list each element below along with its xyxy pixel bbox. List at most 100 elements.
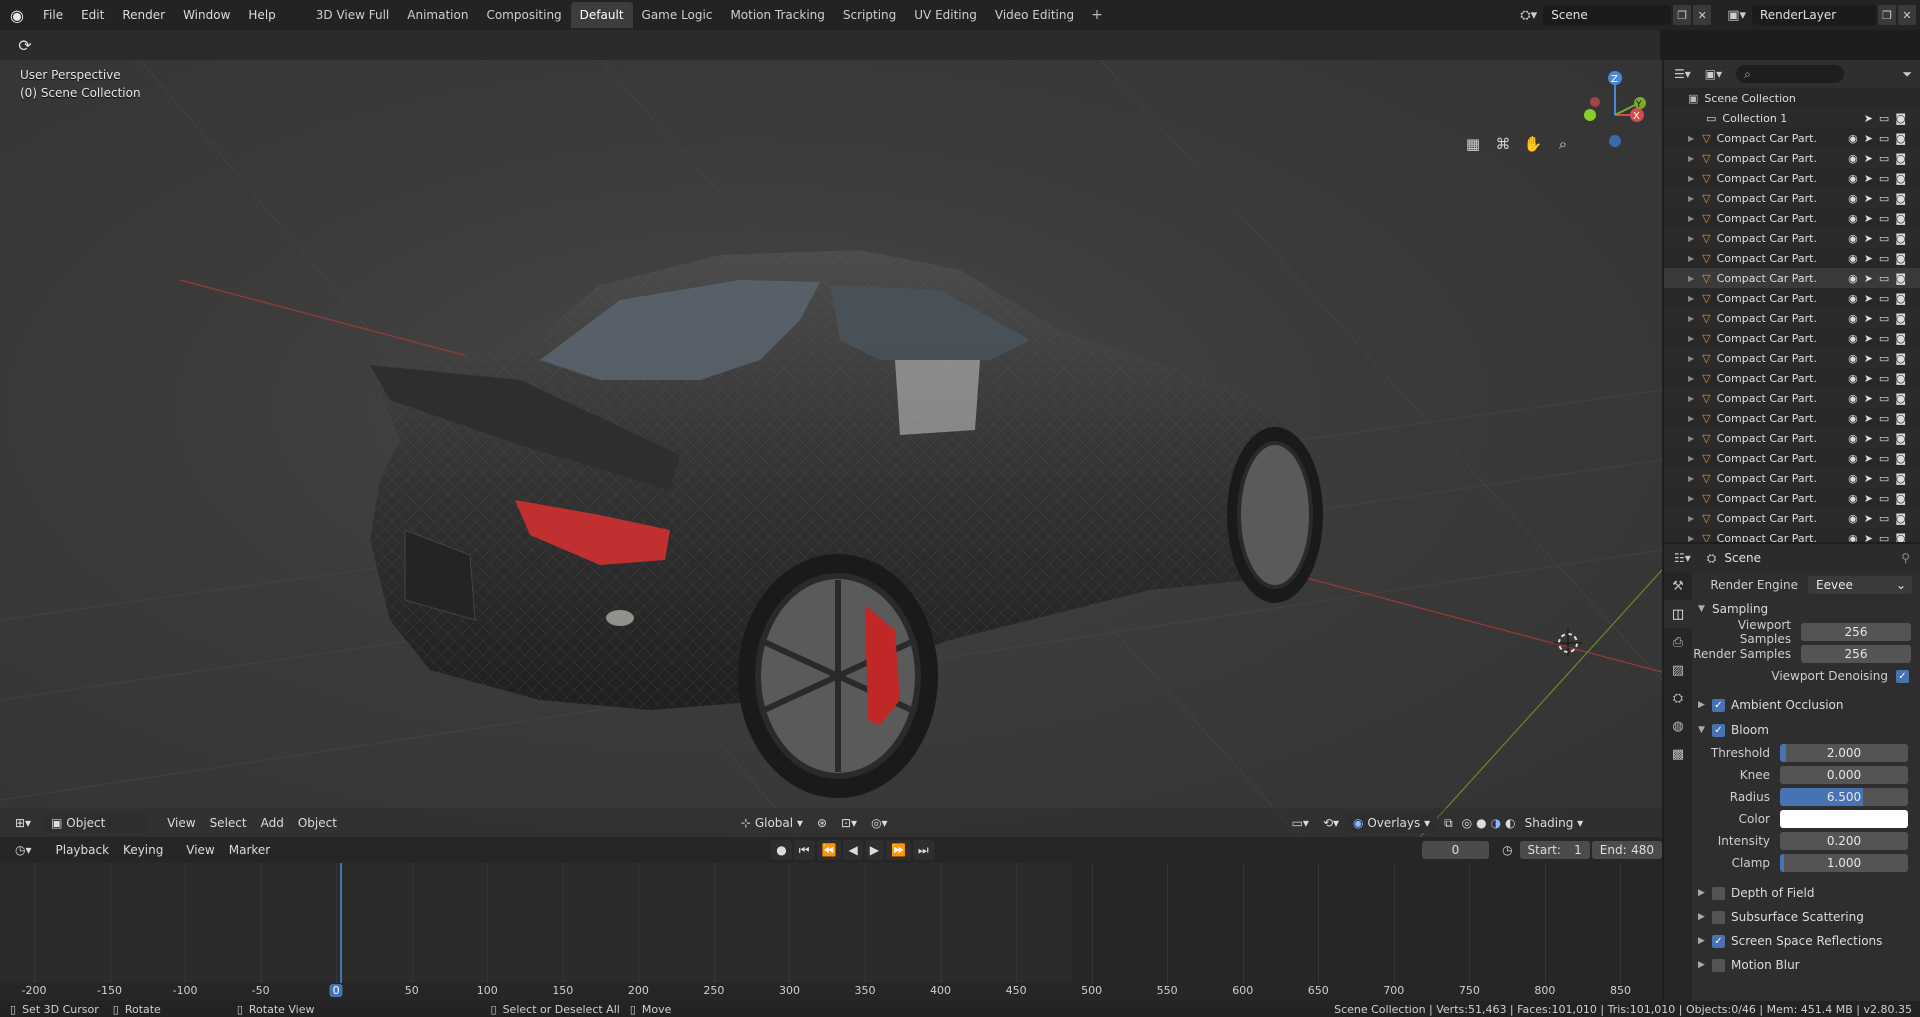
start-frame-field[interactable]: Start: 1 (1519, 841, 1590, 859)
menu-timeline-view[interactable]: View (179, 840, 221, 860)
expand-arrow-icon[interactable]: ▶ (1688, 434, 1694, 443)
preview-range-icon[interactable]: ◷ (1495, 840, 1519, 860)
menu-help[interactable]: Help (239, 0, 284, 30)
restrict-toggle-icons[interactable]: ◉➤▭◙ (1848, 292, 1912, 305)
editor-type-icon[interactable]: ⊞▾ (8, 813, 38, 833)
menu-view[interactable]: View (160, 813, 202, 833)
menu-playback[interactable]: Playback ▾ (49, 840, 117, 877)
camera-view-icon[interactable]: ⌘ (1491, 132, 1515, 156)
expand-arrow-icon[interactable]: ▶ (1688, 334, 1694, 343)
menu-keying[interactable]: Keying ▾ (116, 840, 171, 877)
expand-arrow-icon[interactable]: ▶ (1688, 514, 1694, 523)
sampling-panel-header[interactable]: ▼ Sampling (1692, 598, 1920, 620)
outliner-object-row[interactable]: ▶ ▽ Compact Car Part.0 ◉➤▭◙ (1664, 128, 1920, 148)
ambient-occlusion-checkbox[interactable]: ✓ (1712, 698, 1725, 712)
outliner-object-row[interactable]: ▶ ▽ Compact Car Part.0 ◉➤▭◙ (1664, 528, 1920, 543)
3d-cursor-icon[interactable] (1554, 629, 1582, 657)
play-icon[interactable]: ▶ (864, 840, 884, 860)
depth-of-field-panel-header[interactable]: ▶ Depth of Field (1692, 882, 1920, 904)
menu-select[interactable]: Select (203, 813, 254, 833)
view-layer-field[interactable]: RenderLayer (1752, 5, 1876, 25)
scene-icon[interactable]: ⛭▾ (1520, 8, 1537, 23)
radius-field[interactable]: 6.500 (1780, 788, 1908, 806)
render-tab-icon[interactable]: ◫ (1664, 600, 1692, 628)
active-tool-icon[interactable]: ⟳ (12, 34, 38, 56)
expand-arrow-icon[interactable]: ▶ (1688, 294, 1694, 303)
jump-keyframe-back-icon[interactable]: ⏪ (816, 840, 842, 860)
subsurface-panel-header[interactable]: ▶ Subsurface Scattering (1692, 906, 1920, 928)
restrict-toggle-icons[interactable]: ◉➤▭◙ (1848, 332, 1912, 345)
ssr-panel-header[interactable]: ▶ ✓ Screen Space Reflections (1692, 930, 1920, 952)
add-workspace-button[interactable]: + (1083, 7, 1111, 23)
motion-blur-checkbox[interactable] (1712, 958, 1725, 972)
bloom-color-swatch[interactable] (1780, 810, 1908, 828)
play-reverse-icon[interactable]: ◀ (843, 840, 863, 860)
navigation-gizmo[interactable]: Z X Y (1584, 71, 1646, 147)
display-mode-icon[interactable]: ▣▾ (1705, 67, 1722, 81)
pin-icon[interactable]: ⚲ (1901, 551, 1910, 565)
expand-arrow-icon[interactable]: ▶ (1688, 494, 1694, 503)
expand-arrow-icon[interactable]: ▶ (1688, 374, 1694, 383)
expand-arrow-icon[interactable]: ▶ (1688, 534, 1694, 543)
zoom-icon[interactable]: ⌕ (1551, 132, 1575, 156)
menu-file[interactable]: File (34, 0, 72, 30)
restrict-toggle-icons[interactable]: ◉➤▭◙ (1848, 532, 1912, 543)
restrict-toggle-icons[interactable]: ◉➤▭◙ (1848, 172, 1912, 185)
threshold-field[interactable]: 2.000 (1780, 744, 1908, 762)
transform-orientation-select[interactable]: ⊹ Global ▾ (734, 813, 810, 833)
expand-arrow-icon[interactable]: ▶ (1688, 454, 1694, 463)
expand-arrow-icon[interactable]: ▶ (1688, 414, 1694, 423)
menu-window[interactable]: Window (174, 0, 239, 30)
frame-ruler[interactable]: -200 -150 -100 -50 0 50 100 150 200 250 300 350 400 4… (0, 983, 1662, 1001)
texture-tab-icon[interactable]: ▩ (1664, 740, 1692, 768)
outliner-collection-row[interactable]: ▭ Collection 1 ➤▭◙ (1664, 108, 1920, 128)
outliner-object-row[interactable]: ▶ ▽ Compact Car Part.0 ◉➤▭◙ (1664, 248, 1920, 268)
restrict-toggle-icons[interactable]: ◉➤▭◙ (1848, 252, 1912, 265)
outliner-object-row[interactable]: ▶ ▽ Compact Car Part.0 ◉➤▭◙ (1664, 208, 1920, 228)
menu-add[interactable]: Add (254, 813, 291, 833)
restrict-toggle-icons[interactable]: ◉➤▭◙ (1848, 232, 1912, 245)
tab-uv-editing[interactable]: UV Editing (905, 2, 986, 28)
outliner-object-row[interactable]: ▶ ▽ Compact Car Part.0 ◉➤▭◙ (1664, 508, 1920, 528)
blender-logo-icon[interactable]: ◉ (0, 0, 34, 30)
restrict-toggle-icons[interactable]: ◉➤▭◙ (1848, 492, 1912, 505)
restrict-toggle-icons[interactable]: ◉➤▭◙ (1848, 272, 1912, 285)
restrict-toggle-icons[interactable]: ◉➤▭◙ (1848, 472, 1912, 485)
collection-restrict-icons[interactable]: ➤▭◙ (1864, 112, 1912, 125)
restrict-toggle-icons[interactable]: ◉➤▭◙ (1848, 412, 1912, 425)
expand-arrow-icon[interactable]: ▶ (1688, 154, 1694, 163)
restrict-toggle-icons[interactable]: ◉➤▭◙ (1848, 432, 1912, 445)
output-tab-icon[interactable]: ⎙ (1664, 628, 1692, 656)
shading-menu[interactable]: Shading ▾ (1518, 813, 1591, 833)
outliner-object-row[interactable]: ▶ ▽ Compact Car Part.0 ◉➤▭◙ (1664, 148, 1920, 168)
outliner-object-row[interactable]: ▶ ▽ Compact Car Part.0 ◉➤▭◙ (1664, 388, 1920, 408)
tab-3d-view-full[interactable]: 3D View Full (307, 2, 399, 28)
xray-toggle-icon[interactable]: ⧉ (1437, 813, 1460, 833)
viewport-samples-field[interactable]: 256 (1801, 623, 1911, 641)
tool-tab-icon[interactable]: ⚒ (1664, 572, 1692, 600)
tab-animation[interactable]: Animation (398, 2, 477, 28)
expand-arrow-icon[interactable]: ▶ (1688, 234, 1694, 243)
view-layer-tab-icon[interactable]: ▨ (1664, 656, 1692, 684)
current-frame-field[interactable]: 0 (1421, 841, 1490, 859)
tab-video-editing[interactable]: Video Editing (986, 2, 1083, 28)
expand-arrow-icon[interactable]: ▶ (1688, 194, 1694, 203)
expand-arrow-icon[interactable]: ▶ (1688, 254, 1694, 263)
outliner-object-row[interactable]: ▶ ▽ Compact Car Part.0 ◉➤▭◙ (1664, 428, 1920, 448)
restrict-toggle-icons[interactable]: ◉➤▭◙ (1848, 132, 1912, 145)
material-shading-icon[interactable]: ◑ (1489, 813, 1503, 833)
solid-shading-icon[interactable]: ● (1474, 813, 1488, 833)
expand-arrow-icon[interactable]: ▶ (1688, 134, 1694, 143)
mode-select[interactable]: ▣ Object Mode ▾ (44, 812, 149, 850)
3d-viewport[interactable]: Z X Y User Perspective (0) Scene Collect… (0, 60, 1662, 837)
restrict-toggle-icons[interactable]: ◉➤▭◙ (1848, 452, 1912, 465)
overlays-button[interactable]: ◉ Overlays ▾ (1346, 812, 1438, 833)
outliner-object-row[interactable]: ▶ ▽ Compact Car Part.0 ◉➤▭◙ (1664, 448, 1920, 468)
outliner-object-row[interactable]: ▶ ▽ Compact Car Part.0 ◉➤▭◙ (1664, 168, 1920, 188)
ssr-checkbox[interactable]: ✓ (1712, 934, 1725, 948)
gizmo-toggle-icon[interactable]: ⟲▾ (1316, 813, 1346, 833)
bloom-panel-header[interactable]: ▼ ✓ Bloom (1692, 719, 1920, 741)
bloom-checkbox[interactable]: ✓ (1712, 723, 1725, 737)
playhead-line[interactable] (340, 863, 342, 1001)
delete-view-layer-icon[interactable]: ✕ (1898, 5, 1916, 25)
